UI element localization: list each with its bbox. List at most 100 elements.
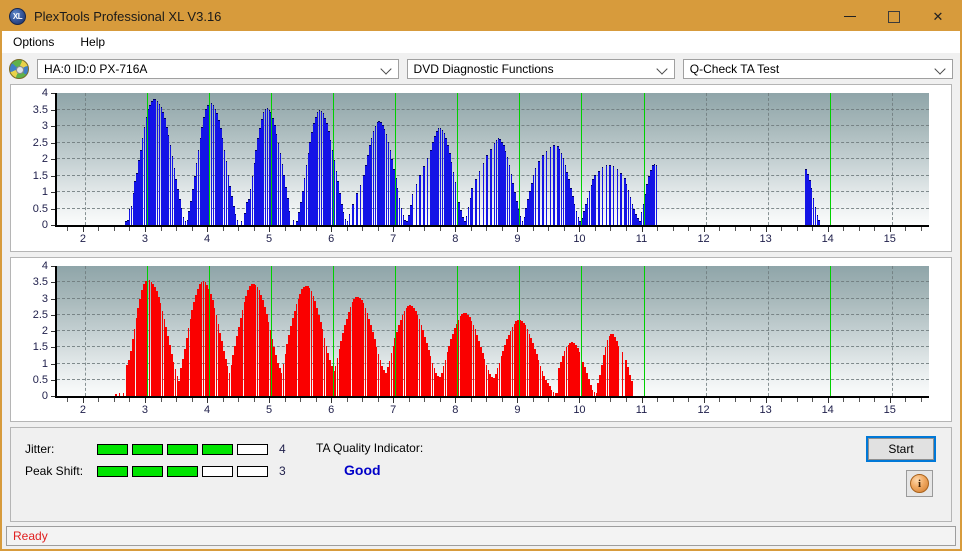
- x-axis-tick: [207, 398, 209, 403]
- chart-bar: [594, 174, 596, 225]
- chart-bar: [482, 162, 485, 225]
- x-axis-tick: [641, 227, 643, 232]
- peak-shift-chart-x-labels: 2 3 4 5 6 7 8 9 10 11 12 13 14 15: [55, 404, 929, 419]
- info-button[interactable]: i: [906, 470, 933, 497]
- x-axis-tick: [377, 398, 379, 402]
- x-axis-tick: [843, 398, 845, 402]
- start-button[interactable]: Start: [866, 436, 936, 462]
- sector-marker: [333, 266, 335, 396]
- x-axis-label: 12: [697, 233, 710, 245]
- x-axis-tick: [346, 227, 348, 231]
- function-select[interactable]: DVD Diagnostic Functions: [406, 58, 675, 79]
- x-axis-tick: [176, 227, 178, 231]
- ta-quality-value: Good: [344, 462, 381, 478]
- x-axis-tick: [765, 398, 767, 403]
- maximize-icon[interactable]: [872, 2, 916, 31]
- sector-marker: [829, 266, 831, 396]
- x-axis-tick: [408, 227, 410, 231]
- chart-bar: [486, 155, 488, 225]
- x-axis-tick: [331, 398, 333, 403]
- x-axis-tick: [579, 398, 581, 403]
- y-axis-label: 4: [41, 87, 48, 99]
- x-axis-tick: [238, 398, 240, 402]
- x-axis-tick: [889, 227, 891, 232]
- x-axis-tick: [393, 398, 395, 403]
- x-axis-tick: [160, 227, 162, 231]
- grid-line: [57, 125, 929, 126]
- y-axis-label: 0: [41, 390, 48, 402]
- x-axis-tick: [269, 398, 271, 403]
- jitter-value: 4: [279, 442, 286, 456]
- x-axis-label: 9: [514, 404, 521, 416]
- grid-line: [705, 266, 707, 396]
- jitter-chart-plot: [55, 93, 929, 227]
- x-axis-tick: [144, 227, 146, 232]
- x-axis-tick: [408, 398, 410, 402]
- chart-bar: [426, 158, 429, 225]
- menu-item-options[interactable]: Options: [10, 34, 57, 50]
- chart-bar: [348, 214, 351, 225]
- minimize-icon[interactable]: [828, 2, 872, 31]
- sector-marker: [519, 93, 521, 225]
- x-axis-tick: [641, 398, 643, 403]
- x-axis-tick: [688, 398, 690, 402]
- meter-segment: [202, 465, 233, 477]
- x-axis-tick: [253, 227, 255, 231]
- x-axis-tick: [594, 227, 596, 231]
- x-axis-tick: [610, 398, 612, 402]
- chart-bar: [609, 164, 611, 225]
- chart-bar: [292, 220, 295, 225]
- test-select[interactable]: Q-Check TA Test: [682, 58, 953, 79]
- y-axis-label: 0: [41, 219, 48, 231]
- sector-marker: [271, 266, 273, 396]
- x-axis-tick: [563, 398, 565, 402]
- x-axis-tick: [719, 398, 721, 402]
- x-axis-tick: [920, 227, 922, 231]
- menu-bar: Options Help: [2, 31, 960, 53]
- x-axis-label: 11: [635, 233, 648, 245]
- meter-segment: [202, 443, 233, 455]
- menu-item-help[interactable]: Help: [77, 34, 108, 50]
- x-axis-label: 3: [141, 404, 149, 416]
- meter-segment: [237, 443, 268, 455]
- x-axis-tick: [269, 227, 271, 232]
- close-icon[interactable]: ✕: [916, 2, 960, 31]
- x-axis-tick: [377, 227, 379, 231]
- x-axis-tick: [222, 227, 224, 231]
- y-axis-label: 1: [41, 186, 48, 198]
- x-axis-tick: [346, 398, 348, 402]
- chart-bar: [115, 394, 117, 396]
- x-axis-tick: [672, 227, 674, 231]
- x-axis-tick: [455, 227, 457, 232]
- sector-marker: [146, 266, 148, 396]
- chart-bar: [549, 147, 552, 225]
- chart-bar: [601, 167, 604, 225]
- x-axis-tick: [82, 398, 84, 403]
- x-axis-tick: [579, 227, 581, 232]
- x-axis-tick: [920, 398, 922, 402]
- chart-bar: [118, 392, 121, 396]
- sector-marker: [457, 93, 459, 225]
- chart-bar: [818, 220, 820, 225]
- x-axis-tick: [548, 398, 550, 402]
- x-axis-tick: [905, 227, 907, 231]
- chart-bar: [545, 150, 548, 225]
- x-axis-tick: [315, 227, 317, 231]
- x-axis-tick: [532, 398, 534, 402]
- x-axis-tick: [455, 398, 457, 403]
- x-axis-label: 7: [390, 233, 397, 245]
- x-axis-label: 6: [328, 404, 335, 416]
- drive-select[interactable]: HA:0 ID:0 PX-716A: [37, 58, 399, 79]
- chart-bar: [411, 194, 414, 225]
- grid-line: [57, 313, 929, 315]
- grid-line: [767, 266, 769, 396]
- sector-marker: [333, 93, 335, 225]
- y-axis-label: 3.5: [32, 276, 48, 289]
- chart-bar: [616, 168, 619, 225]
- x-axis-label: 13: [759, 404, 772, 416]
- meter-segment: [167, 443, 198, 455]
- chevron-down-icon: [658, 64, 667, 73]
- chart-bar: [605, 165, 608, 225]
- chart-bar: [538, 161, 540, 225]
- grid-line: [57, 108, 929, 110]
